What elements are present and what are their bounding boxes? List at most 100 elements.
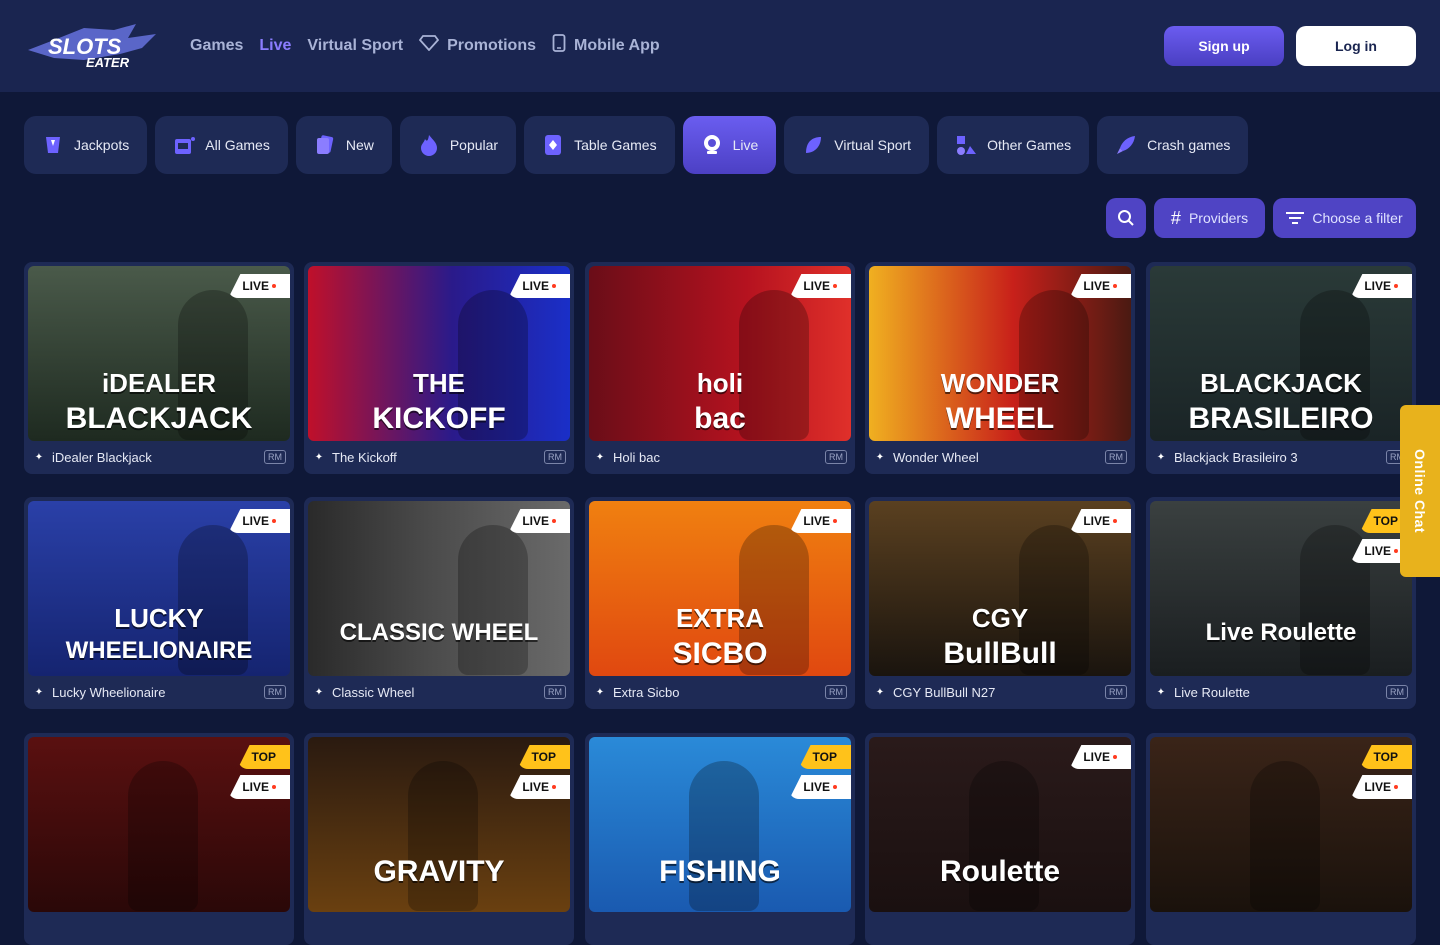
dealer-figure <box>458 525 528 675</box>
filter-icon <box>1286 212 1305 224</box>
game-card[interactable]: BLACKJACK BRASILEIRO LIVE ✦ Blackjack Brasil… <box>1146 262 1416 474</box>
tab-all-games[interactable]: All Games <box>155 116 288 174</box>
live-dot <box>1394 549 1398 553</box>
slots-eater-logo[interactable]: SLOTS EATER <box>24 20 160 72</box>
live-dot <box>833 785 837 789</box>
webcam-icon <box>701 134 723 156</box>
tab-virtual-sport[interactable]: Virtual Sport <box>784 116 930 174</box>
slot-machine-icon <box>173 134 196 156</box>
game-art-subtitle: BullBull <box>943 637 1057 670</box>
game-card[interactable]: TOP LIVE <box>24 733 294 945</box>
game-name: CGY BullBull N27 <box>893 684 996 700</box>
top-badge: TOP <box>798 745 851 769</box>
provider-tag: RM <box>544 450 566 464</box>
nav-label: Games <box>190 36 244 54</box>
search-icon <box>1118 210 1134 226</box>
game-thumbnail[interactable]: TOP LIVE <box>1150 737 1412 912</box>
game-card[interactable]: holi bac LIVE ✦ Holi bac RM <box>585 262 855 474</box>
game-thumbnail[interactable]: LUCKY WHEELIONAIRE LIVE <box>28 501 290 676</box>
tab-new[interactable]: New <box>295 116 392 174</box>
game-card[interactable]: THE KICKOFF LIVE ✦ The Kickoff RM <box>304 262 574 474</box>
game-caption: ✦ iDealer Blackjack RM <box>32 448 286 466</box>
badge-text: LIVE <box>803 279 830 293</box>
game-thumbnail[interactable]: THE KICKOFF LIVE <box>308 266 570 441</box>
nav-mobile-app[interactable]: Mobile App <box>552 34 660 57</box>
nav-live[interactable]: Live <box>259 37 291 55</box>
game-name: Holi bac <box>613 449 660 465</box>
game-thumbnail[interactable]: GRAVITY TOP LIVE <box>308 737 570 912</box>
badge-text: TOP <box>251 750 276 764</box>
game-thumbnail[interactable]: FISHING TOP LIVE <box>589 737 851 912</box>
game-art-subtitle: FISHING <box>659 855 781 888</box>
filter-label: Choose a filter <box>1312 210 1403 226</box>
game-thumbnail[interactable]: EXTRA SICBO LIVE <box>589 501 851 676</box>
tab-table-games[interactable]: Table Games <box>524 116 675 174</box>
tab-popular[interactable]: Popular <box>399 116 517 174</box>
game-caption: ✦ Classic Wheel RM <box>312 683 566 701</box>
online-chat-tab[interactable]: Online Chat <box>1400 405 1440 577</box>
live-dot <box>1113 284 1117 288</box>
game-thumbnail[interactable]: TOP LIVE <box>28 737 290 912</box>
game-caption: ✦ Holi bac RM <box>593 448 847 466</box>
badge-text: LIVE <box>1364 780 1391 794</box>
nav-games[interactable]: Games <box>190 37 243 55</box>
game-art-subtitle: CLASSIC WHEEL <box>339 619 539 646</box>
live-badge: LIVE <box>789 509 851 533</box>
provider-tag: RM <box>264 685 286 699</box>
filter-button[interactable]: Choose a filter <box>1273 198 1416 238</box>
diamond-icon <box>418 35 447 56</box>
game-thumbnail[interactable]: CLASSIC WHEEL LIVE <box>308 501 570 676</box>
live-badge: LIVE <box>228 509 290 533</box>
game-card[interactable]: LUCKY WHEELIONAIRE LIVE ✦ Lucky Wheelionaire… <box>24 497 294 709</box>
game-thumbnail[interactable]: WONDER WHEEL LIVE <box>869 266 1131 441</box>
game-thumbnail[interactable]: holi bac LIVE <box>589 266 851 441</box>
providers-button[interactable]: # Providers <box>1154 198 1265 238</box>
badge-text: LIVE <box>242 514 269 528</box>
game-name: Classic Wheel <box>332 684 415 700</box>
game-thumbnail[interactable]: BLACKJACK BRASILEIRO LIVE <box>1150 266 1412 441</box>
game-thumbnail[interactable]: Live Roulette TOP LIVE <box>1150 501 1412 676</box>
game-art-title: LUCKY <box>114 603 204 633</box>
badge-text: LIVE <box>522 780 549 794</box>
game-thumbnail[interactable]: iDEALER BLACKJACK LIVE <box>28 266 290 441</box>
game-thumbnail[interactable]: CGY BullBull LIVE <box>869 501 1131 676</box>
tab-crash-games[interactable]: Crash games <box>1097 116 1249 174</box>
live-badge: LIVE <box>1069 509 1131 533</box>
game-card[interactable]: FISHING TOP LIVE <box>585 733 855 945</box>
live-badge: LIVE <box>508 509 570 533</box>
game-art-title: EXTRA <box>675 603 765 633</box>
provider-icon: ✦ <box>1156 451 1166 463</box>
login-button[interactable]: Log in <box>1296 26 1416 66</box>
tab-label: Jackpots <box>74 137 130 153</box>
tab-label: All Games <box>205 137 270 153</box>
game-card[interactable]: TOP LIVE <box>1146 733 1416 945</box>
provider-tag: RM <box>1386 685 1408 699</box>
provider-icon: ✦ <box>34 686 44 698</box>
live-badge: LIVE <box>508 775 570 799</box>
tab-other-games[interactable]: Other Games <box>937 116 1090 174</box>
tab-live[interactable]: Live <box>682 116 777 174</box>
live-dot <box>1394 785 1398 789</box>
badge-text: LIVE <box>803 514 830 528</box>
nav-virtual-sport[interactable]: Virtual Sport <box>307 37 403 55</box>
game-card[interactable]: CGY BullBull LIVE ✦ CGY BullBull N27 RM <box>865 497 1135 709</box>
nav-label: Virtual Sport <box>307 36 404 54</box>
game-art-subtitle: bac <box>694 402 746 435</box>
tab-jackpots[interactable]: Jackpots <box>24 116 148 174</box>
game-card[interactable]: EXTRA SICBO LIVE ✦ Extra Sicbo RM <box>585 497 855 709</box>
game-card[interactable]: iDEALER BLACKJACK LIVE ✦ iDealer Blackjack RM <box>24 262 294 474</box>
game-name: Blackjack Brasileiro 3 <box>1174 449 1298 465</box>
provider-tag: RM <box>825 450 847 464</box>
game-thumbnail[interactable]: Roulette LIVE <box>869 737 1131 912</box>
nav-promotions[interactable]: Promotions <box>418 35 536 56</box>
search-button[interactable] <box>1106 198 1146 238</box>
game-card[interactable]: Live Roulette TOP LIVE ✦ Live Roulette RM <box>1146 497 1416 709</box>
game-name: Wonder Wheel <box>893 449 979 465</box>
signup-button[interactable]: Sign up <box>1164 26 1284 66</box>
game-card[interactable]: CLASSIC WHEEL LIVE ✦ Classic Wheel RM <box>304 497 574 709</box>
game-card[interactable]: GRAVITY TOP LIVE <box>304 733 574 945</box>
dealer-figure <box>1250 761 1320 911</box>
game-card[interactable]: Roulette LIVE <box>865 733 1135 945</box>
game-art-subtitle: Roulette <box>940 855 1060 888</box>
game-card[interactable]: WONDER WHEEL LIVE ✦ Wonder Wheel RM <box>865 262 1135 474</box>
